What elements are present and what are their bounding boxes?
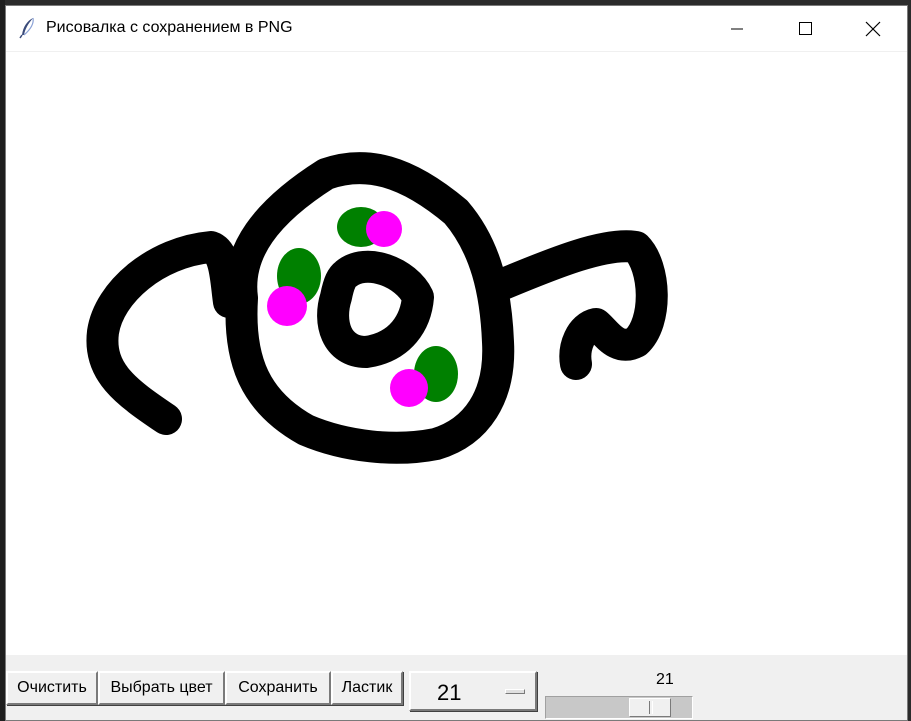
brush-size-menu-value: 21 — [437, 680, 462, 705]
app-window: Рисовалка с сохранением в PNG Очистить В… — [5, 5, 908, 721]
brush-size-scale[interactable] — [545, 696, 693, 719]
slider-grip-icon — [649, 701, 653, 714]
eraser-button[interactable]: Ластик — [331, 671, 403, 705]
window-title: Рисовалка с сохранением в PNG — [46, 19, 293, 36]
magenta-dot-3 — [390, 369, 428, 407]
magenta-dot-1 — [366, 211, 402, 247]
close-icon — [865, 21, 881, 36]
close-button[interactable] — [839, 6, 907, 51]
maximize-button[interactable] — [771, 6, 839, 51]
save-button[interactable]: Сохранить — [225, 671, 331, 705]
maximize-icon — [799, 21, 812, 35]
brush-size-menu[interactable]: 21 — [409, 671, 537, 711]
clear-button[interactable]: Очистить — [6, 671, 98, 705]
stroke-left-arm — [86, 231, 245, 435]
title-bar[interactable]: Рисовалка с сохранением в PNG — [6, 6, 907, 51]
toolbar: Очистить Выбрать цвет Сохранить Ластик 2… — [6, 655, 907, 720]
minimize-button[interactable] — [703, 6, 771, 51]
stroke-right-arm — [485, 230, 668, 380]
scale-slider-handle[interactable] — [629, 698, 671, 717]
drawing-strokes — [86, 152, 668, 464]
choose-color-button[interactable]: Выбрать цвет — [98, 671, 225, 705]
brush-size-scale-value: 21 — [656, 671, 674, 688]
magenta-dot-2 — [267, 286, 307, 326]
stroke-inner-ring — [317, 250, 434, 368]
drawing-canvas[interactable] — [6, 52, 907, 655]
minimize-icon — [731, 28, 743, 29]
menu-indicator-icon — [505, 689, 525, 694]
feather-icon — [19, 17, 34, 39]
